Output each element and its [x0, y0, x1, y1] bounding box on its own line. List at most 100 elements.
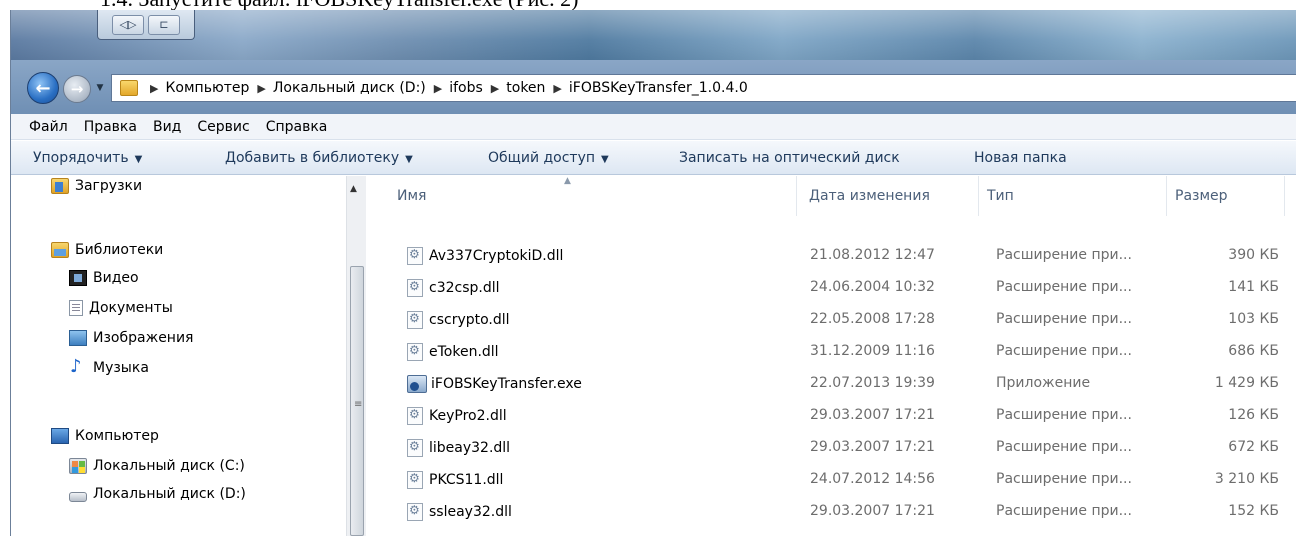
column-header-size[interactable]: Размер	[1167, 176, 1285, 216]
file-type: Расширение при...	[996, 311, 1132, 327]
dll-file-icon	[407, 439, 423, 457]
file-name-cell[interactable]: eToken.dll	[407, 343, 499, 361]
file-size: 141 КБ	[1228, 279, 1279, 295]
breadcrumb-chevron-icon[interactable]: ▶	[434, 82, 442, 95]
add-to-library-label: Добавить в библиотеку	[225, 150, 400, 166]
nav-item-label: Видео	[93, 270, 139, 286]
nav-item-label: Библиотеки	[75, 242, 164, 258]
back-button[interactable]: ←	[27, 72, 59, 104]
file-name-cell[interactable]: Av337CryptokiD.dll	[407, 247, 563, 265]
breadcrumb-chevron-icon[interactable]: ▶	[257, 82, 265, 95]
file-list: Имя ▲ Дата изменения Тип Размер Av337Cry…	[367, 176, 1296, 536]
file-name-cell[interactable]: ssleay32.dll	[407, 503, 512, 521]
add-to-library-button[interactable]: Добавить в библиотеку ▼	[225, 150, 413, 166]
file-date: 24.06.2004 10:32	[810, 279, 935, 295]
file-row[interactable]: KeyPro2.dll 29.03.2007 17:21 Расширение пр…	[367, 400, 1296, 432]
dll-file-icon	[407, 343, 423, 361]
file-name: iFOBSKeyTransfer.exe	[431, 376, 582, 392]
dll-file-icon	[407, 247, 423, 265]
file-size: 103 КБ	[1228, 311, 1279, 327]
file-type: Расширение при...	[996, 471, 1132, 487]
file-date: 29.03.2007 17:21	[810, 503, 935, 519]
file-name-cell[interactable]: PKCS11.dll	[407, 471, 503, 489]
file-name-cell[interactable]: iFOBSKeyTransfer.exe	[407, 375, 582, 393]
system-drive-icon	[69, 458, 87, 474]
file-row[interactable]: eToken.dll 31.12.2009 11:16 Расширение при…	[367, 336, 1296, 368]
dll-file-icon	[407, 471, 423, 489]
file-date: 29.03.2007 17:21	[810, 407, 935, 423]
file-row[interactable]: ssleay32.dll 29.03.2007 17:21 Расширение п…	[367, 496, 1296, 528]
navigation-pane-scrollbar[interactable]: ▲ ≡	[346, 176, 366, 536]
scroll-up-arrow-icon[interactable]: ▲	[350, 184, 357, 194]
forward-button[interactable]: →	[63, 75, 91, 103]
file-name-cell[interactable]: libeay32.dll	[407, 439, 510, 457]
menu-edit[interactable]: Правка	[76, 119, 145, 135]
file-size: 672 КБ	[1228, 439, 1279, 455]
file-date: 24.07.2012 14:56	[810, 471, 935, 487]
file-row[interactable]: cscrypto.dll 22.05.2008 17:28 Расширение п…	[367, 304, 1296, 336]
dll-file-icon	[407, 279, 423, 297]
burn-button[interactable]: Записать на оптический диск	[679, 150, 900, 166]
file-row[interactable]: libeay32.dll 29.03.2007 17:21 Расширение п…	[367, 432, 1296, 464]
column-header-type[interactable]: Тип	[979, 176, 1167, 216]
nav-item-label: Компьютер	[75, 428, 159, 444]
menu-tools[interactable]: Сервис	[189, 119, 257, 135]
switch-windows-icon[interactable]: ◁▷	[112, 14, 144, 35]
documents-icon	[69, 300, 83, 316]
address-bar[interactable]: ▶ Компьютер ▶ Локальный диск (D:) ▶ ifob…	[111, 74, 1296, 102]
file-type: Расширение при...	[996, 343, 1132, 359]
nav-item-label: Загрузки	[75, 178, 143, 194]
nav-item-downloads[interactable]: Загрузки	[51, 178, 142, 194]
video-icon	[69, 270, 87, 286]
file-type: Приложение	[996, 375, 1091, 391]
file-size: 3 210 КБ	[1214, 471, 1279, 487]
column-header-date[interactable]: Дата изменения	[801, 176, 979, 216]
file-name-cell[interactable]: KeyPro2.dll	[407, 407, 507, 425]
dll-file-icon	[407, 407, 423, 425]
breadcrumb-chevron-icon[interactable]: ▶	[150, 82, 158, 95]
column-header-name[interactable]: Имя ▲	[389, 176, 797, 216]
menu-help[interactable]: Справка	[258, 119, 336, 135]
dll-file-icon	[407, 503, 423, 521]
nav-item-label: Документы	[89, 300, 173, 316]
breadcrumb-chevron-icon[interactable]: ▶	[491, 82, 499, 95]
file-name: libeay32.dll	[429, 440, 511, 456]
recent-pages-dropdown[interactable]: ▼	[94, 82, 106, 94]
nav-item-images[interactable]: Изображения	[69, 330, 193, 346]
nav-item-video[interactable]: Видео	[69, 270, 139, 286]
nav-item-label: Локальный диск (C:)	[93, 458, 245, 474]
scrollbar-thumb[interactable]: ≡	[350, 266, 364, 536]
images-icon	[69, 330, 87, 346]
hard-drive-icon	[69, 492, 87, 502]
file-name-cell[interactable]: c32csp.dll	[407, 279, 500, 297]
nav-item-drive-d[interactable]: Локальный диск (D:)	[69, 486, 246, 502]
nav-item-drive-c[interactable]: Локальный диск (C:)	[69, 458, 245, 474]
file-row[interactable]: c32csp.dll 24.06.2004 10:32 Расширение при…	[367, 272, 1296, 304]
breadcrumb-token[interactable]: token	[506, 80, 545, 96]
file-row[interactable]: Av337CryptokiD.dll 21.08.2012 12:47 Расшир…	[367, 240, 1296, 272]
file-date: 22.05.2008 17:28	[810, 311, 935, 327]
file-name-cell[interactable]: cscrypto.dll	[407, 311, 510, 329]
window-menu-icon[interactable]: ⊏	[148, 14, 180, 35]
menu-file[interactable]: Файл	[21, 119, 76, 135]
file-row[interactable]: iFOBSKeyTransfer.exe 22.07.2013 19:39 Прил…	[367, 368, 1296, 400]
file-row[interactable]: PKCS11.dll 24.07.2012 14:56 Расширение при…	[367, 464, 1296, 496]
breadcrumb-current-folder[interactable]: iFOBSKeyTransfer_1.0.4.0	[569, 80, 748, 96]
nav-item-documents[interactable]: Документы	[69, 300, 173, 316]
new-folder-button[interactable]: Новая папка	[974, 150, 1067, 166]
file-size: 126 КБ	[1228, 407, 1279, 423]
breadcrumb-drive-d[interactable]: Локальный диск (D:)	[273, 80, 426, 96]
title-bar	[11, 10, 1296, 60]
share-button[interactable]: Общий доступ ▼	[488, 150, 609, 166]
nav-item-libraries[interactable]: Библиотеки	[51, 242, 163, 258]
breadcrumb-chevron-icon[interactable]: ▶	[553, 82, 561, 95]
nav-item-computer[interactable]: Компьютер	[51, 428, 159, 444]
organize-button[interactable]: Упорядочить ▼	[33, 150, 142, 166]
nav-item-music[interactable]: Музыка	[69, 356, 149, 377]
file-name: c32csp.dll	[429, 280, 500, 296]
dropdown-arrow-icon: ▼	[601, 154, 609, 165]
breadcrumb-computer[interactable]: Компьютер	[165, 80, 249, 96]
breadcrumb-ifobs[interactable]: ifobs	[449, 80, 483, 96]
column-header-label: Дата изменения	[809, 188, 930, 204]
menu-view[interactable]: Вид	[145, 119, 189, 135]
